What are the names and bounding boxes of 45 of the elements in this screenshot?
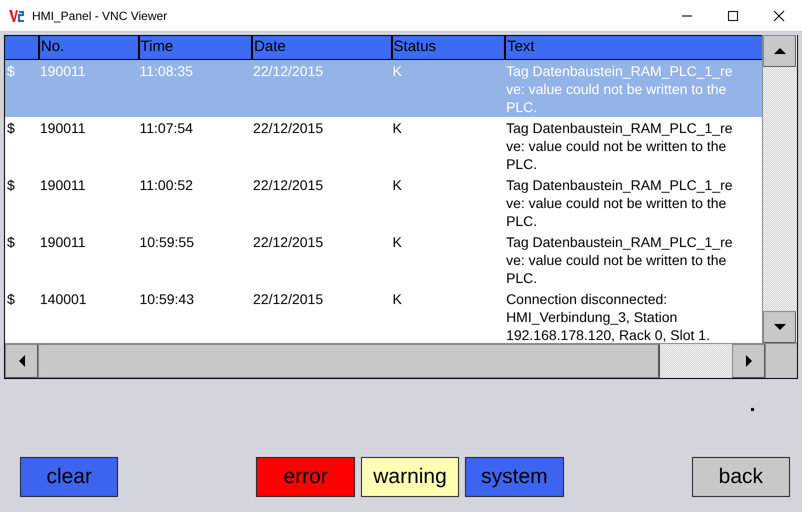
table-cell-text: 22/12/2015 xyxy=(252,119,324,138)
table-cell-text: 11:08:35 xyxy=(138,62,194,81)
table-cell-text: 190011 xyxy=(38,176,87,195)
scroll-left-button[interactable] xyxy=(5,344,38,378)
table-cell-text: 11:07:54 xyxy=(138,119,194,138)
filter-button[interactable]: clear xyxy=(20,457,118,497)
table-cell-text: Connection disconnected: HMI_Verbindung_3, Station 192.168.178.120, Rack 0, Slot 1. xyxy=(505,290,711,343)
table-cell-text: Tag Datenbaustein_RAM_PLC_1_re ve: value could not be written to the PLC. xyxy=(505,119,734,174)
filter-button[interactable]: system xyxy=(465,457,564,497)
table-cell-text: $ xyxy=(6,233,16,252)
table-cell-text: 22/12/2015 xyxy=(252,176,324,195)
table-cell-text: $ xyxy=(6,176,16,195)
table-cell-text: K xyxy=(392,176,403,195)
table-cell-text: Tag Datenbaustein_RAM_PLC_1_re ve: value could not be written to the PLC. xyxy=(505,62,734,117)
table-cell-text: 190011 xyxy=(38,119,87,138)
close-icon xyxy=(773,10,785,22)
table-cell-text: K xyxy=(392,119,403,138)
table-cell-text: 190011 xyxy=(38,62,87,81)
table-cell-text: Tag Datenbaustein_RAM_PLC_1_re ve: value could not be written to the PLC. xyxy=(505,176,734,231)
table-cell-text: Tag Datenbaustein_RAM_PLC_1_re ve: value could not be written to the PLC. xyxy=(505,233,734,288)
filter-button[interactable]: error xyxy=(256,457,355,497)
table-cell-text: K xyxy=(392,62,403,81)
window-title: HMI_Panel - VNC Viewer xyxy=(32,8,168,22)
scroll-up-button[interactable] xyxy=(763,35,796,67)
table-cell-text: $ xyxy=(6,62,16,81)
table-cell-text: 190011 xyxy=(38,233,87,252)
table-cell-text: 22/12/2015 xyxy=(252,233,324,252)
table-cell-text: 10:59:43 xyxy=(138,290,195,309)
table-cell-text: 11:00:52 xyxy=(138,176,194,195)
scroll-down-button[interactable] xyxy=(763,311,796,343)
dot-mark xyxy=(751,408,754,411)
filter-button[interactable]: back xyxy=(692,457,790,497)
table-cell-text: $ xyxy=(6,119,16,138)
table-cell-text: K xyxy=(392,290,403,309)
app-logo-icon xyxy=(8,8,26,24)
scroll-thumb[interactable] xyxy=(38,344,660,378)
table-cell-text: 140001 xyxy=(38,290,88,309)
filter-button[interactable]: warning xyxy=(360,457,460,497)
maximize-icon xyxy=(727,10,739,22)
table-cell-text: K xyxy=(392,233,403,252)
scroll-right-button[interactable] xyxy=(732,344,765,378)
table-cell-text: 22/12/2015 xyxy=(252,62,324,81)
table-cell-text: $ xyxy=(6,290,16,309)
table-cell-text: 22/12/2015 xyxy=(252,290,324,309)
table-cell-text: 10:59:55 xyxy=(138,233,195,252)
